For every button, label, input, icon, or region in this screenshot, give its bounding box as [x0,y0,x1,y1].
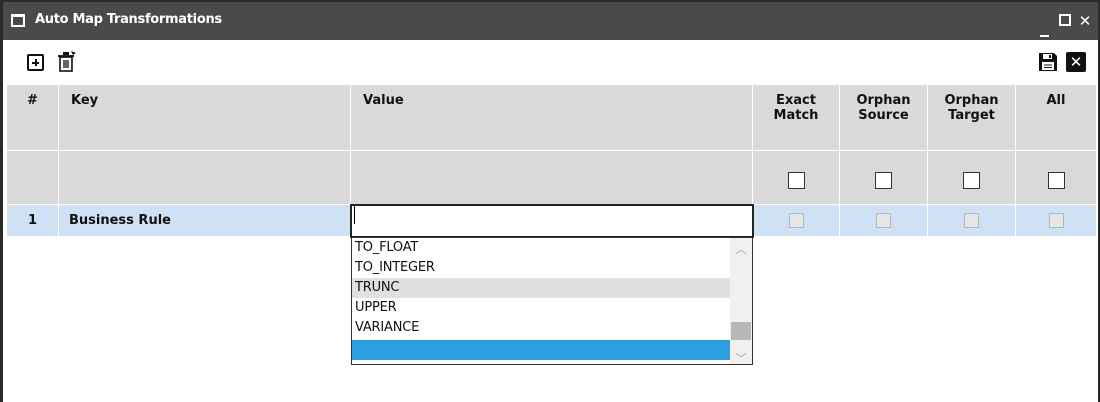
filter-cell-key [58,150,351,205]
add-row-button[interactable] [27,54,44,71]
exact-match-checkbox[interactable] [788,213,804,228]
title-bar[interactable]: Auto Map Transformations ✕ [3,2,1098,40]
window-controls: ✕ [1038,10,1092,37]
scroll-up-icon[interactable]: ︿ [735,241,747,256]
scroll-down-icon[interactable]: ﹀ [735,350,747,365]
all-checkbox[interactable] [1047,172,1065,189]
grid-header-row: # Key Value Exact Match Orphan Source Or… [6,84,1097,151]
delete-row-button[interactable] [57,50,77,72]
column-header-all[interactable]: All [1015,84,1097,151]
text-cursor [354,206,355,224]
dropdown-option[interactable]: TRUNC [352,278,730,298]
all-row-checkbox[interactable] [1048,213,1064,228]
table-row[interactable]: 1 Business Rule [6,203,1097,238]
scrollbar-thumb[interactable] [731,322,751,340]
dropdown-option-selected[interactable] [352,340,730,360]
value-cell[interactable] [349,203,754,238]
orphan-source-checkbox[interactable] [876,213,891,228]
close-window-button[interactable]: ✕ [1078,11,1092,31]
dropdown-option[interactable]: TO_FLOAT [352,238,730,258]
window-icon [11,14,25,27]
trash-icon [58,51,76,72]
row-number: 1 [6,204,59,237]
column-header-orphan-target[interactable]: Orphan Target [927,84,1016,151]
maximize-button[interactable] [1058,10,1072,31]
column-header-key[interactable]: Key [58,84,351,151]
value-dropdown-list[interactable]: TO_FLOAT TO_INTEGER TRUNC UPPER VARIANCE… [351,237,753,365]
filter-cell-value [350,150,753,205]
column-header-exact-match[interactable]: Exact Match [752,84,840,151]
floppy-disk-icon [1039,53,1057,71]
dropdown-option[interactable]: UPPER [352,298,730,318]
column-header-orphan-source[interactable]: Orphan Source [839,84,928,151]
column-header-value[interactable]: Value [350,84,753,151]
column-header-number[interactable]: # [6,84,59,151]
close-x-icon[interactable]: ✕ [1066,52,1086,72]
transformations-grid: # Key Value Exact Match Orphan Source Or… [6,84,1097,238]
orphan-target-all-checkbox[interactable] [963,172,980,189]
value-input[interactable] [351,206,752,235]
exact-match-all-checkbox[interactable] [787,172,805,189]
save-button[interactable] [1038,52,1058,72]
orphan-source-all-checkbox[interactable] [875,172,892,189]
auto-map-transformations-dialog: Auto Map Transformations ✕ ✕ # Key Value… [0,0,1100,402]
dialog-title: Auto Map Transformations [35,12,222,27]
dropdown-option[interactable]: VARIANCE [352,318,730,338]
dropdown-options: TO_FLOAT TO_INTEGER TRUNC UPPER VARIANCE [352,238,730,360]
toolbar: ✕ [3,40,1098,84]
dropdown-option[interactable]: TO_INTEGER [352,258,730,278]
row-key[interactable]: Business Rule [58,204,351,237]
filter-cell-number [6,150,59,205]
dropdown-scrollbar[interactable]: ︿ ﹀ [730,238,752,365]
header-checkbox-row [6,150,1097,205]
orphan-target-checkbox[interactable] [964,213,979,228]
